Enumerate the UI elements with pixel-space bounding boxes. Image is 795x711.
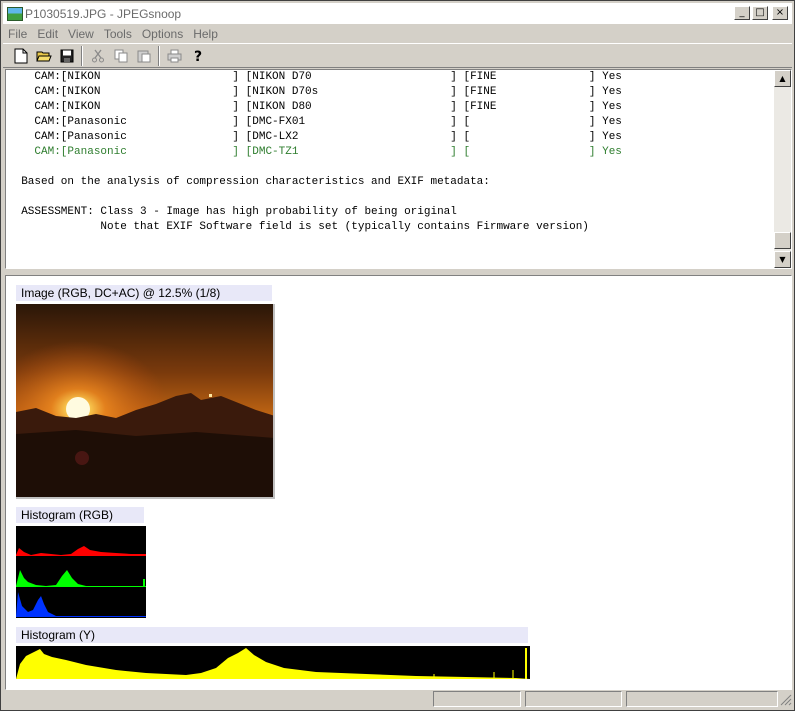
- decoded-image: [16, 304, 275, 499]
- report-scrollbar[interactable]: ▲ ▼: [774, 70, 791, 268]
- report-text: CAM:[NIKON ] [NIKON D70 ] [FINE ] Yes CA…: [8, 70, 773, 268]
- status-panel-1: [433, 691, 521, 707]
- histogram-rgb: [16, 526, 146, 618]
- app-window: P1030519.JPG - JPEGsnoop _ □ × File Edit…: [0, 0, 795, 711]
- scroll-thumb[interactable]: [774, 232, 791, 249]
- report-line: CAM:[NIKON ] [NIKON D70s ] [FINE ] Yes: [8, 86, 622, 98]
- menu-edit[interactable]: Edit: [32, 27, 63, 41]
- window-title: P1030519.JPG - JPEGsnoop: [25, 6, 182, 21]
- title-bar[interactable]: P1030519.JPG - JPEGsnoop _ □ ×: [3, 3, 792, 24]
- app-icon: [7, 6, 23, 21]
- minimize-button[interactable]: _: [734, 6, 750, 20]
- svg-text:?: ?: [194, 49, 202, 64]
- toolbar-separator: [158, 45, 160, 66]
- histogram-y: [16, 646, 530, 679]
- new-file-icon[interactable]: [9, 45, 32, 67]
- report-line: CAM:[Panasonic ] [DMC-LX2 ] [ ] Yes: [8, 131, 622, 143]
- report-line: CAM:[Panasonic ] [DMC-FX01 ] [ ] Yes: [8, 116, 622, 128]
- assessment-note-line: Note that EXIF Software field is set (ty…: [8, 221, 589, 233]
- help-icon[interactable]: ?: [186, 45, 209, 67]
- image-view-pane: Image (RGB, DC+AC) @ 12.5% (1/8) Histogr…: [5, 275, 792, 690]
- menu-view[interactable]: View: [63, 27, 99, 41]
- menu-file[interactable]: File: [3, 27, 32, 41]
- toolbar-separator: [81, 45, 83, 66]
- status-panel-3: [626, 691, 778, 707]
- report-line-highlighted: CAM:[Panasonic ] [DMC-TZ1 ] [ ] Yes: [8, 146, 622, 158]
- status-bar: [3, 691, 792, 709]
- menu-options[interactable]: Options: [137, 27, 188, 41]
- histogram-rgb-caption: Histogram (RGB): [16, 507, 144, 523]
- image-caption: Image (RGB, DC+AC) @ 12.5% (1/8): [16, 285, 272, 301]
- report-text-pane[interactable]: CAM:[NIKON ] [NIKON D70 ] [FINE ] Yes CA…: [5, 69, 792, 269]
- print-icon[interactable]: [163, 45, 186, 67]
- scroll-down-icon[interactable]: ▼: [774, 251, 791, 268]
- report-line: CAM:[NIKON ] [NIKON D70 ] [FINE ] Yes: [8, 71, 622, 83]
- histogram-y-caption: Histogram (Y): [16, 627, 528, 643]
- report-line: Based on the analysis of compression cha…: [8, 176, 490, 188]
- cut-icon[interactable]: [86, 45, 109, 67]
- menu-tools[interactable]: Tools: [99, 27, 137, 41]
- report-line: CAM:[NIKON ] [NIKON D80 ] [FINE ] Yes: [8, 101, 622, 113]
- scroll-up-icon[interactable]: ▲: [774, 70, 791, 87]
- maximize-button[interactable]: □: [752, 6, 768, 20]
- copy-icon[interactable]: [109, 45, 132, 67]
- paste-icon[interactable]: [132, 45, 155, 67]
- menu-help[interactable]: Help: [188, 27, 223, 41]
- resize-grip-icon[interactable]: [778, 691, 792, 707]
- status-panel-2: [525, 691, 622, 707]
- toolbar: ?: [3, 43, 792, 68]
- open-folder-icon[interactable]: [32, 45, 55, 67]
- menu-bar: File Edit View Tools Options Help: [3, 24, 792, 43]
- assessment-line: ASSESSMENT: Class 3 - Image has high pro…: [8, 206, 457, 218]
- save-disk-icon[interactable]: [55, 45, 78, 67]
- window-controls: _ □ ×: [734, 6, 788, 20]
- close-button[interactable]: ×: [772, 6, 788, 20]
